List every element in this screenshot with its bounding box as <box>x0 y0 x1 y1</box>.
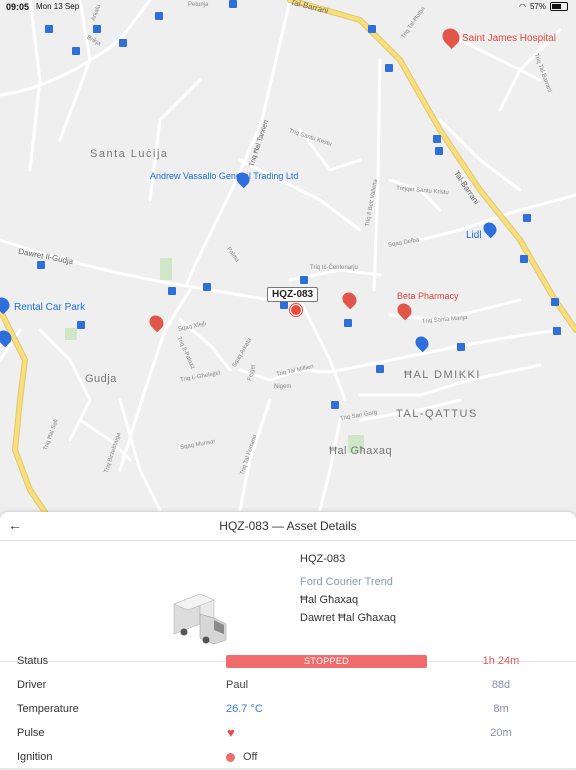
pulse-label: Pulse <box>17 727 45 739</box>
battery-percent: 57% <box>529 2 546 11</box>
place-tal-qattus: TAL-QATTUS <box>396 408 478 420</box>
asset-details-panel: ← HQZ-083 — Asset Details HQZ-083 Ford C… <box>0 512 576 768</box>
driver-label: Driver <box>17 679 47 691</box>
temperature-value: 26.7 °C <box>226 703 263 715</box>
status-date: Mon 13 Sep <box>36 2 80 11</box>
temperature-age: 8m <box>493 703 509 715</box>
pulse-age: 20m <box>490 727 512 739</box>
status-duration: 1h 24m <box>482 655 520 667</box>
row-status: Status STOPPED 1h 24m <box>0 650 576 674</box>
status-time: 09:05 <box>6 2 30 12</box>
poi-saint-james-hospital[interactable]: Saint James Hospital <box>462 33 556 44</box>
road-triq-ic-centenarju: Triq Iċ-Ċentenarju <box>310 265 358 271</box>
status-bar: 09:05 Mon 13 Sep ◠ 57% <box>0 0 576 14</box>
ignition-value: Off <box>243 751 258 763</box>
map-view[interactable]: 09:05 Mon 13 Sep ◠ 57% Santa Luċija ĦAL … <box>0 0 576 512</box>
road-nigem: Nigem <box>274 384 292 390</box>
driver-value: Paul <box>226 679 249 691</box>
row-driver: Driver Paul 88d <box>0 674 576 698</box>
vehicle-info: HQZ-083 Ford Courier Trend Ħal Għaxaq Da… <box>0 541 576 662</box>
temperature-label: Temperature <box>17 703 79 715</box>
heart-icon: ♥ <box>227 725 235 740</box>
row-temperature: Temperature 26.7 °C 8m <box>0 698 576 722</box>
poi-lidl[interactable]: Lidl <box>466 230 482 241</box>
vehicle-locality: Ħal Għaxaq <box>300 594 359 606</box>
driver-age: 88d <box>491 679 511 691</box>
map-canvas <box>0 0 576 512</box>
place-santa-lucija: Santa Luċija <box>90 148 169 160</box>
place-hal-dmikki: ĦAL DMIKKI <box>404 369 481 381</box>
poi-rental-car-park[interactable]: Rental Car Park <box>14 302 85 313</box>
panel-title: HQZ-083 — Asset Details <box>219 519 357 533</box>
place-hal-ghaxaq: Ħal Għaxaq <box>329 445 393 457</box>
row-pulse: Pulse ♥ 20m <box>0 722 576 746</box>
battery-icon <box>550 2 568 11</box>
status-badge: STOPPED <box>226 655 427 668</box>
asset-marker-label[interactable]: HQZ-083 <box>267 287 319 302</box>
place-gudja: Gudja <box>85 373 117 385</box>
panel-header: ← HQZ-083 — Asset Details <box>0 512 576 541</box>
poi-beta-pharmacy[interactable]: Beta Pharmacy <box>397 291 459 301</box>
ignition-status-icon <box>226 753 235 762</box>
poi-andrew-vassallo[interactable]: Andrew Vassallo General Trading Ltd <box>150 170 298 182</box>
ignition-label: Ignition <box>17 751 53 763</box>
wifi-icon: ◠ <box>519 2 526 11</box>
row-ignition: Ignition Off <box>0 746 576 770</box>
truck-icon <box>173 593 227 645</box>
vehicle-model: Ford Courier Trend <box>300 576 393 588</box>
status-label: Status <box>17 655 49 667</box>
vehicle-street: Dawret Ħal Għaxaq <box>300 612 396 624</box>
vehicle-plate: HQZ-083 <box>300 553 346 565</box>
asset-marker-icon[interactable] <box>290 304 302 316</box>
